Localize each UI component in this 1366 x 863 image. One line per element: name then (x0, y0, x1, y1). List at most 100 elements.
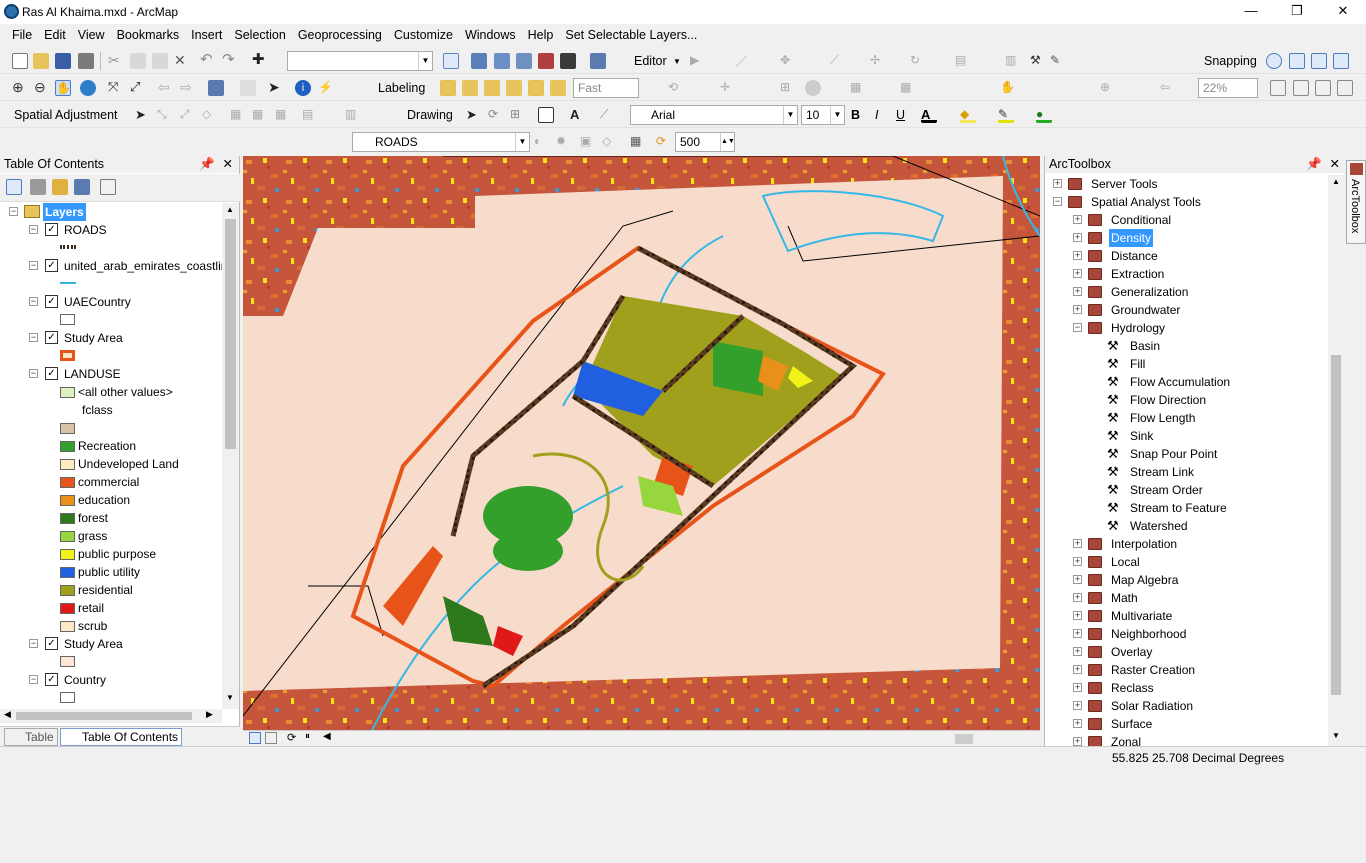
expand-toggle-icon[interactable]: + (1073, 557, 1082, 566)
toolbox-item[interactable]: ⚒ Snap Pour Point (1045, 445, 1327, 463)
toc-vertical-scrollbar[interactable]: ▲ ▼ (222, 203, 239, 709)
copy-icon[interactable] (130, 53, 146, 69)
expand-toggle-icon[interactable]: + (1073, 539, 1082, 548)
bold-button[interactable]: B (851, 108, 860, 122)
layer-country[interactable]: − ✓ Country (0, 671, 222, 689)
undo-icon[interactable]: ↶ (200, 52, 216, 69)
reference-scale-input[interactable]: 500 ▲▼ (675, 132, 735, 152)
layer-visibility-checkbox[interactable]: ✓ (45, 223, 58, 236)
redo-icon[interactable]: ↷ (222, 52, 238, 69)
pan-hand-icon[interactable]: ✋ (55, 80, 71, 96)
list-by-visibility-icon[interactable] (52, 179, 68, 195)
arctoolbox-close-icon[interactable]: ✕ (1330, 156, 1340, 173)
toc-pin-icon[interactable]: 📌 (199, 156, 215, 173)
editor-toolbar-toggle-icon[interactable] (443, 53, 459, 69)
open-folder-icon[interactable] (33, 53, 49, 69)
toolbox-item[interactable]: + Math (1045, 589, 1327, 607)
fixed-zoom-in-icon[interactable]: ⤧ (108, 80, 124, 96)
expand-toggle-icon[interactable]: + (1073, 575, 1082, 584)
toc-close-icon[interactable]: ✕ (223, 156, 233, 173)
toolbox-item[interactable]: ⚒ Flow Direction (1045, 391, 1327, 409)
toolbox-item[interactable]: + Multivariate (1045, 607, 1327, 625)
list-by-source-icon[interactable] (30, 179, 46, 195)
pause-drawing-icon[interactable]: ⏸ (305, 731, 310, 742)
toolbox-item[interactable]: + Local (1045, 553, 1327, 571)
go-back-icon[interactable]: ⇦ (158, 80, 174, 96)
expand-toggle-icon[interactable]: + (1073, 701, 1082, 710)
layer-uaecountry[interactable]: − ✓ UAECountry (0, 293, 222, 311)
cut-icon[interactable]: ✂ (108, 53, 124, 69)
modelbuilder-icon[interactable] (590, 53, 606, 69)
arctoolbox-scrollbar[interactable]: ▲ ▼ (1328, 175, 1344, 746)
menu-customize[interactable]: Customize (388, 28, 459, 42)
underline-button[interactable]: U (896, 108, 905, 122)
menu-view[interactable]: View (72, 28, 111, 42)
effects-grid-icon[interactable]: ▦ (630, 134, 646, 150)
tab-table-of-contents[interactable]: Table Of Contents (60, 728, 182, 746)
expand-toggle-icon[interactable]: + (1073, 737, 1082, 746)
toolbox-item[interactable]: ⚒ Stream to Feature (1045, 499, 1327, 517)
toolbox-item[interactable]: + Extraction (1045, 265, 1327, 283)
add-data-icon[interactable]: ✚ (252, 52, 268, 69)
minimize-button[interactable]: — (1228, 0, 1274, 24)
layer-roads[interactable]: − ✓ ROADS (0, 221, 222, 239)
labeling-menu[interactable]: Labeling (378, 81, 425, 95)
toggle-draft-mode-icon[interactable] (1270, 80, 1286, 96)
layout-view-icon[interactable] (265, 732, 277, 744)
expand-toggle-icon[interactable]: + (1073, 287, 1082, 296)
layer-visibility-checkbox[interactable]: ✓ (45, 259, 58, 272)
layer-visibility-checkbox[interactable]: ✓ (45, 673, 58, 686)
lock-labels-icon[interactable] (506, 80, 522, 96)
expand-toggle-icon[interactable]: + (1073, 593, 1082, 602)
layer-visibility-checkbox[interactable]: ✓ (45, 367, 58, 380)
expand-toggle-icon[interactable]: + (1073, 251, 1082, 260)
expand-toggle-icon[interactable]: + (1073, 233, 1082, 242)
menu-geoprocessing[interactable]: Geoprocessing (292, 28, 388, 42)
edit-annotation-icon[interactable]: ✎ (1050, 53, 1066, 69)
refresh-icon[interactable]: ⟳ (287, 731, 296, 744)
layer-study-area[interactable]: − ✓ Study Area (0, 329, 222, 347)
select-elements-icon[interactable]: ➤ (268, 80, 284, 96)
toolbox-item[interactable]: ⚒ Watershed (1045, 517, 1327, 535)
layer-visibility-checkbox[interactable]: ✓ (45, 295, 58, 308)
toolbox-item[interactable]: + Generalization (1045, 283, 1327, 301)
search-window-icon[interactable] (516, 53, 532, 69)
toolbox-item[interactable]: + Raster Creation (1045, 661, 1327, 679)
drawing-rotate-icon[interactable]: ⟳ (488, 107, 504, 123)
menu-edit[interactable]: Edit (38, 28, 72, 42)
catalog-window-icon[interactable] (494, 53, 510, 69)
expand-toggle-icon[interactable]: − (1073, 323, 1082, 332)
arctoolbox-window-icon[interactable] (538, 53, 554, 69)
editor-menu[interactable]: Editor (634, 54, 667, 68)
expand-toggle-icon[interactable]: − (1053, 197, 1062, 206)
layer-coastline[interactable]: − ✓ united_arab_emirates_coastlin (0, 257, 222, 275)
label-weight-icon[interactable] (484, 80, 500, 96)
menu-windows[interactable]: Windows (459, 28, 522, 42)
marker-color-icon[interactable]: ● (1036, 107, 1052, 123)
drawing-select-icon[interactable]: ➤ (466, 107, 482, 123)
layer-visibility-checkbox[interactable]: ✓ (45, 331, 58, 344)
toolbox-item[interactable]: ⚒ Flow Length (1045, 409, 1327, 427)
effects-layer-select[interactable]: ROADS ▼ (352, 132, 530, 152)
save-icon[interactable] (55, 53, 71, 69)
menu-set-selectable-layers[interactable]: Set Selectable Layers... (559, 28, 703, 42)
toc-horizontal-scrollbar[interactable]: ◀ ▶ (0, 709, 222, 723)
arctoolbox-pin-icon[interactable]: 📌 (1306, 156, 1322, 173)
list-by-selection-icon[interactable] (74, 179, 90, 195)
paste-icon[interactable] (152, 53, 168, 69)
focus-data-frame-icon[interactable] (1293, 80, 1309, 96)
label-priority-icon[interactable] (462, 80, 478, 96)
layout-zoom-percent-select[interactable]: 22% (1198, 78, 1258, 98)
expand-toggle-icon[interactable]: + (1073, 611, 1082, 620)
change-layout-icon[interactable] (1315, 80, 1331, 96)
line-color-icon[interactable]: ✎ (998, 107, 1014, 123)
view-unplaced-labels-icon[interactable] (550, 80, 566, 96)
tab-table[interactable]: Table (4, 728, 58, 746)
map-display[interactable] (243, 156, 1040, 730)
scroll-left-icon[interactable]: ◀ (323, 731, 331, 742)
zoom-in-icon[interactable]: ⊕ (12, 80, 28, 96)
full-extent-globe-icon[interactable] (80, 80, 96, 96)
toolbox-item[interactable]: + Surface (1045, 715, 1327, 733)
data-view-icon[interactable] (249, 732, 261, 744)
toolbox-item[interactable]: − Hydrology (1045, 319, 1327, 337)
